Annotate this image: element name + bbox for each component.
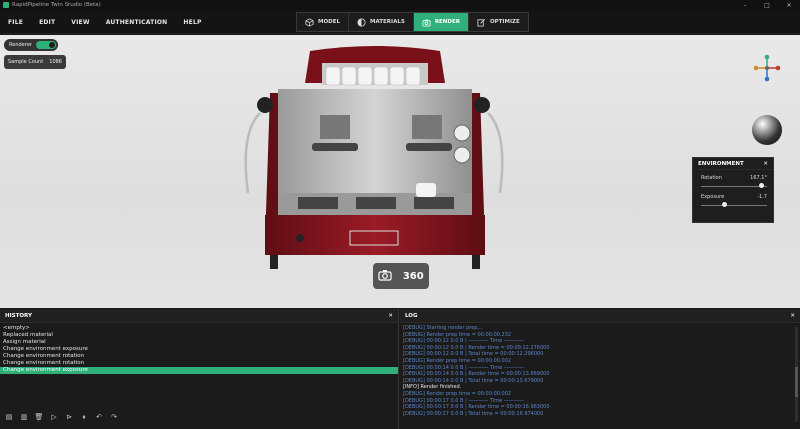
play-icon[interactable]: ▷ bbox=[49, 412, 59, 422]
export-file-icon[interactable]: ▤ bbox=[4, 412, 14, 422]
log-line: [DEBUG] 00:00:12 0.0 B | ———— Time ———— bbox=[403, 338, 524, 345]
tab-optimize[interactable]: OPTIMIZE bbox=[469, 13, 528, 31]
history-item[interactable]: Change environment exposure bbox=[0, 346, 398, 353]
import-file-icon[interactable]: ▥ bbox=[19, 412, 29, 422]
history-close-button[interactable]: ✕ bbox=[388, 313, 393, 319]
log-line: [DEBUG] 00:00:17 0.0 B | Total time = 00… bbox=[403, 410, 544, 417]
title-bar: RapidPipeline Twin Studio (Beta) – □ ✕ bbox=[0, 0, 800, 10]
tab-model-label: MODEL bbox=[318, 19, 340, 25]
renderer-toggle[interactable]: Renderer bbox=[4, 39, 58, 51]
log-line: [DEBUG] 00:00:17 0.0 B | ———— Time ———— bbox=[403, 397, 524, 404]
tab-materials-label: MATERIALS bbox=[369, 19, 405, 25]
close-window-button[interactable]: ✕ bbox=[778, 0, 800, 10]
history-item[interactable]: Change environment rotation bbox=[0, 353, 398, 360]
log-line: [DEBUG] Render prep time = 00:00:00.002 bbox=[403, 357, 512, 364]
history-item[interactable]: Change environment rotation bbox=[0, 360, 398, 367]
environment-panel: ENVIRONMENT ✕ Rotation 167.1° Exposure -… bbox=[692, 157, 774, 223]
log-close-button[interactable]: ✕ bbox=[790, 313, 795, 319]
tab-render[interactable]: RENDER bbox=[413, 13, 469, 31]
pause-icon[interactable]: ⏸ bbox=[79, 412, 89, 422]
history-item[interactable]: Assign material bbox=[0, 339, 398, 346]
camera-icon bbox=[422, 19, 431, 27]
history-item[interactable]: Replaced material bbox=[0, 332, 398, 339]
app-logo-icon bbox=[3, 2, 9, 8]
exposure-label: Exposure bbox=[701, 194, 725, 200]
history-panel: HISTORY ✕ <empty> Replaced material Assign… bbox=[0, 309, 399, 429]
history-item[interactable]: Change environment exposure bbox=[0, 367, 398, 374]
log-line: [DEBUG] 00:00:14 0.0 B | ———— Time ———— bbox=[403, 364, 524, 371]
camera-toolbar: 360 bbox=[373, 263, 429, 289]
log-line: [DEBUG] Starting render prep... bbox=[403, 325, 483, 331]
mode-tabs: MODEL MATERIALS RENDER OPTIMIZE bbox=[296, 12, 529, 32]
edit-icon bbox=[477, 18, 485, 27]
environment-sphere-icon[interactable] bbox=[752, 115, 782, 145]
menu-view[interactable]: VIEW bbox=[63, 19, 97, 26]
history-toolbar: ▤ ▥ 🗑 ▷ ⊳ ⏸ ↶ ↷ bbox=[4, 412, 119, 422]
rotation-slider[interactable] bbox=[701, 183, 767, 189]
log-line: [INFO] Render finished. bbox=[403, 384, 462, 391]
render-viewport[interactable]: Renderer Sample Count 1086 ENVIRONMENT ✕… bbox=[0, 35, 800, 308]
orientation-gizmo-icon[interactable] bbox=[752, 53, 782, 83]
log-line: [DEBUG] Render prep time = 00:00:00.232 bbox=[403, 331, 512, 338]
sample-count-box: Sample Count 1086 bbox=[4, 55, 66, 69]
rotation-value: 167.1° bbox=[750, 175, 767, 181]
cube-icon bbox=[305, 17, 314, 27]
exposure-slider-thumb[interactable] bbox=[721, 202, 727, 207]
maximize-button[interactable]: □ bbox=[756, 0, 778, 10]
log-line: [DEBUG] 00:00:12 0.0 B | Total time = 00… bbox=[403, 351, 544, 358]
log-line: [DEBUG] 00:00:14 0.0 B | Total time = 00… bbox=[403, 377, 544, 384]
environment-close-button[interactable]: ✕ bbox=[763, 161, 768, 167]
environment-title: ENVIRONMENT bbox=[698, 160, 744, 167]
exposure-value: -1.7 bbox=[757, 194, 767, 200]
log-line: [DEBUG] Render prep time = 00:00:00.002 bbox=[403, 390, 512, 397]
minimize-button[interactable]: – bbox=[734, 0, 756, 10]
espresso-machine-model bbox=[244, 46, 504, 269]
menu-authentication[interactable]: AUTHENTICATION bbox=[98, 19, 176, 26]
log-scrollbar[interactable] bbox=[795, 327, 798, 422]
materials-icon bbox=[357, 17, 366, 27]
log-line: [DEBUG] 00:00:17 0.0 B | Render time = 0… bbox=[403, 404, 550, 411]
log-line: [DEBUG] 00:00:14 0.0 B | Render time = 0… bbox=[403, 371, 550, 378]
delete-icon[interactable]: 🗑 bbox=[34, 412, 44, 422]
history-title: HISTORY bbox=[5, 312, 32, 319]
redo-icon[interactable]: ↷ bbox=[109, 412, 119, 422]
tab-optimize-label: OPTIMIZE bbox=[489, 19, 520, 25]
sample-count-value: 1086 bbox=[49, 59, 62, 65]
history-list: <empty> Replaced material Assign material C… bbox=[0, 323, 398, 374]
renderer-switch[interactable] bbox=[36, 41, 56, 49]
menu-help[interactable]: HELP bbox=[175, 19, 209, 26]
camera-icon bbox=[378, 269, 392, 281]
tab-materials[interactable]: MATERIALS bbox=[349, 13, 414, 31]
rotation-slider-thumb[interactable] bbox=[759, 183, 765, 188]
log-line: [DEBUG] 00:00:12 0.0 B | Render time = 0… bbox=[403, 344, 550, 351]
render-360-button[interactable]: 360 bbox=[403, 271, 424, 282]
rotation-label: Rotation bbox=[701, 175, 722, 181]
exposure-slider[interactable] bbox=[701, 202, 767, 208]
undo-icon[interactable]: ↶ bbox=[94, 412, 104, 422]
log-list: [DEBUG] Starting render prep... [DEBUG] R… bbox=[400, 323, 800, 426]
tab-render-label: RENDER bbox=[434, 19, 460, 25]
step-play-icon[interactable]: ⊳ bbox=[64, 412, 74, 422]
renderer-label: Renderer bbox=[9, 42, 32, 48]
tab-model[interactable]: MODEL bbox=[297, 13, 349, 31]
360-icon: 360 bbox=[402, 270, 424, 282]
menu-edit[interactable]: EDIT bbox=[31, 19, 63, 26]
history-item[interactable]: <empty> bbox=[0, 325, 398, 332]
log-title: LOG bbox=[405, 312, 418, 319]
screenshot-button[interactable] bbox=[378, 269, 392, 284]
menu-bar: FILE EDIT VIEW AUTHENTICATION HELP MODEL… bbox=[0, 10, 800, 34]
log-panel: LOG ✕ [DEBUG] Starting render prep... [DE… bbox=[400, 309, 800, 429]
sample-count-label: Sample Count bbox=[8, 59, 44, 65]
menu-file[interactable]: FILE bbox=[0, 19, 31, 26]
window-title: RapidPipeline Twin Studio (Beta) bbox=[12, 2, 101, 8]
